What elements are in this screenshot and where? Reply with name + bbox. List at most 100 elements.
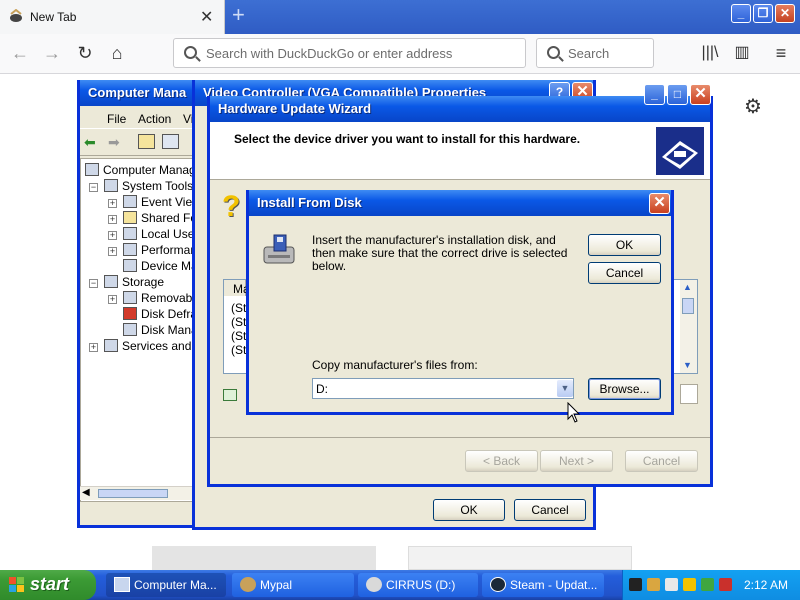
install-dialog-close-icon[interactable]: ✕ <box>649 193 670 214</box>
tray-alert-icon[interactable] <box>719 578 732 591</box>
wizard-close-icon[interactable]: ✕ <box>690 84 711 105</box>
tree-expander[interactable]: + <box>108 199 117 208</box>
new-tab-icon[interactable]: + <box>232 4 245 26</box>
wizard-maximize-icon[interactable]: □ <box>667 84 688 105</box>
tools-icon <box>104 179 118 192</box>
wizard-side-box <box>680 384 698 404</box>
search-input[interactable]: Search <box>536 38 654 68</box>
start-button[interactable]: start <box>0 570 96 600</box>
home-icon[interactable]: ⌂ <box>105 41 129 65</box>
tree-expander[interactable]: + <box>108 231 117 240</box>
up-folder-icon[interactable] <box>138 134 155 149</box>
copy-files-label: Copy manufacturer's files from: <box>312 358 478 372</box>
tree-system-tools[interactable]: System Tools <box>104 179 193 193</box>
taskbar-computer-management[interactable]: Computer Ma... <box>106 573 226 597</box>
steam-icon <box>490 577 506 592</box>
restore-icon[interactable]: ❐ <box>753 4 773 23</box>
chevron-down-icon[interactable]: ▼ <box>557 380 573 397</box>
tree-expander[interactable]: − <box>89 279 98 288</box>
tab-new-tab[interactable]: New Tab ✕ <box>0 0 225 34</box>
back-icon[interactable]: ← <box>8 41 32 65</box>
tab-strip: New Tab ✕ + _ ❐ ✕ <box>0 0 800 34</box>
back-arrow-icon[interactable]: ⬅ <box>84 134 96 151</box>
tree-expander[interactable]: + <box>108 247 117 256</box>
wizard-heading: Select the device driver you want to ins… <box>234 132 581 146</box>
tree-performance[interactable]: Performan <box>123 243 197 257</box>
wizard-title: Hardware Update Wizard <box>210 96 710 122</box>
list-item[interactable]: (St <box>231 301 246 315</box>
copy-files-combo[interactable]: D: ▼ <box>312 378 574 399</box>
menu-icon[interactable]: ≡ <box>769 41 793 65</box>
wizard-header: Select the device driver you want to ins… <box>210 122 710 180</box>
tree-device-manager[interactable]: Device Ma <box>123 259 198 273</box>
list-item[interactable]: (St <box>231 315 246 329</box>
computer-management-title: Computer Mana <box>80 80 206 106</box>
tree-expander[interactable]: + <box>108 295 117 304</box>
reload-icon[interactable]: ↻ <box>73 41 97 65</box>
scroll-thumb[interactable] <box>682 298 694 314</box>
tray-security-icon[interactable] <box>701 578 714 591</box>
library-icon[interactable]: |||\ <box>698 41 722 65</box>
tray-network-icon[interactable] <box>647 578 660 591</box>
scroll-left-icon[interactable]: ◀ <box>82 487 90 498</box>
taskbar-steam[interactable]: Steam - Updat... <box>482 573 604 597</box>
system-tray: 2:12 AM <box>622 570 800 600</box>
search-icon <box>547 46 560 59</box>
browse-button[interactable]: Browse... <box>588 378 661 400</box>
address-placeholder: Search with DuckDuckGo or enter address <box>206 46 453 61</box>
list-vertical-scrollbar[interactable]: ▲ ▼ <box>680 280 697 373</box>
copy-files-value: D: <box>316 382 328 396</box>
list-item[interactable]: (St <box>231 343 246 357</box>
taskbar-cirrus-drive[interactable]: CIRRUS (D:) <box>358 573 478 597</box>
question-icon: ? <box>222 190 241 223</box>
storage-icon <box>104 275 118 288</box>
install-dialog-message: Insert the manufacturer's installation d… <box>312 233 568 273</box>
tab-close-icon[interactable]: ✕ <box>200 7 213 27</box>
tree-local-users[interactable]: Local User <box>123 227 198 241</box>
tree-removable-storage[interactable]: Removable <box>123 291 202 305</box>
scroll-down-icon[interactable]: ▼ <box>683 360 692 370</box>
tree-computer-management[interactable]: Computer Manage <box>85 163 202 177</box>
tray-app-icon[interactable] <box>629 578 642 591</box>
wizard-cancel-button[interactable]: Cancel <box>625 450 698 472</box>
scroll-up-icon[interactable]: ▲ <box>683 282 692 292</box>
install-dialog-title: Install From Disk <box>249 190 671 216</box>
install-ok-button[interactable]: OK <box>588 234 661 256</box>
install-cancel-button[interactable]: Cancel <box>588 262 661 284</box>
performance-icon <box>123 243 137 256</box>
search-placeholder: Search <box>568 46 610 61</box>
sidebar-icon[interactable]: ▥ <box>730 41 754 65</box>
tree-storage[interactable]: Storage <box>104 275 164 289</box>
list-item[interactable]: (St <box>231 329 246 343</box>
forward-icon[interactable]: → <box>40 41 64 65</box>
background-thumbnail <box>408 546 632 570</box>
window-close-icon[interactable]: ✕ <box>775 4 795 23</box>
properties-ok-button[interactable]: OK <box>433 499 505 521</box>
tree-services-applications[interactable]: Services and A <box>104 339 202 353</box>
scroll-thumb[interactable] <box>98 489 168 498</box>
show-hide-tree-icon[interactable] <box>162 134 179 149</box>
wizard-next-button[interactable]: Next > <box>540 450 613 472</box>
tray-volume-icon[interactable] <box>665 578 678 591</box>
tree-expander[interactable]: + <box>89 343 98 352</box>
minimize-icon[interactable]: _ <box>731 4 751 23</box>
tray-shield-icon[interactable] <box>683 578 696 591</box>
properties-cancel-button[interactable]: Cancel <box>514 499 586 521</box>
menu-file[interactable]: File <box>107 112 126 126</box>
menu-action[interactable]: Action <box>138 112 171 126</box>
tree-shared-folders[interactable]: Shared Fol <box>123 211 200 225</box>
wizard-back-button[interactable]: < Back <box>465 450 538 472</box>
clock[interactable]: 2:12 AM <box>744 578 788 592</box>
folder-icon <box>123 211 137 224</box>
list-header: Ma <box>224 280 250 296</box>
gear-icon[interactable]: ⚙ <box>744 94 762 119</box>
wizard-minimize-icon[interactable]: _ <box>644 84 665 105</box>
taskbar-mypal[interactable]: Mypal <box>232 573 354 597</box>
tree-expander[interactable]: − <box>89 183 98 192</box>
cm-horizontal-scrollbar[interactable]: ◀ <box>80 486 194 500</box>
tree-expander[interactable]: + <box>108 215 117 224</box>
tree-disk-defragmenter[interactable]: Disk Defra <box>123 307 197 321</box>
tree-event-viewer[interactable]: Event View <box>123 195 201 209</box>
forward-arrow-icon[interactable]: ➡ <box>108 134 120 151</box>
address-bar[interactable]: Search with DuckDuckGo or enter address <box>173 38 526 68</box>
